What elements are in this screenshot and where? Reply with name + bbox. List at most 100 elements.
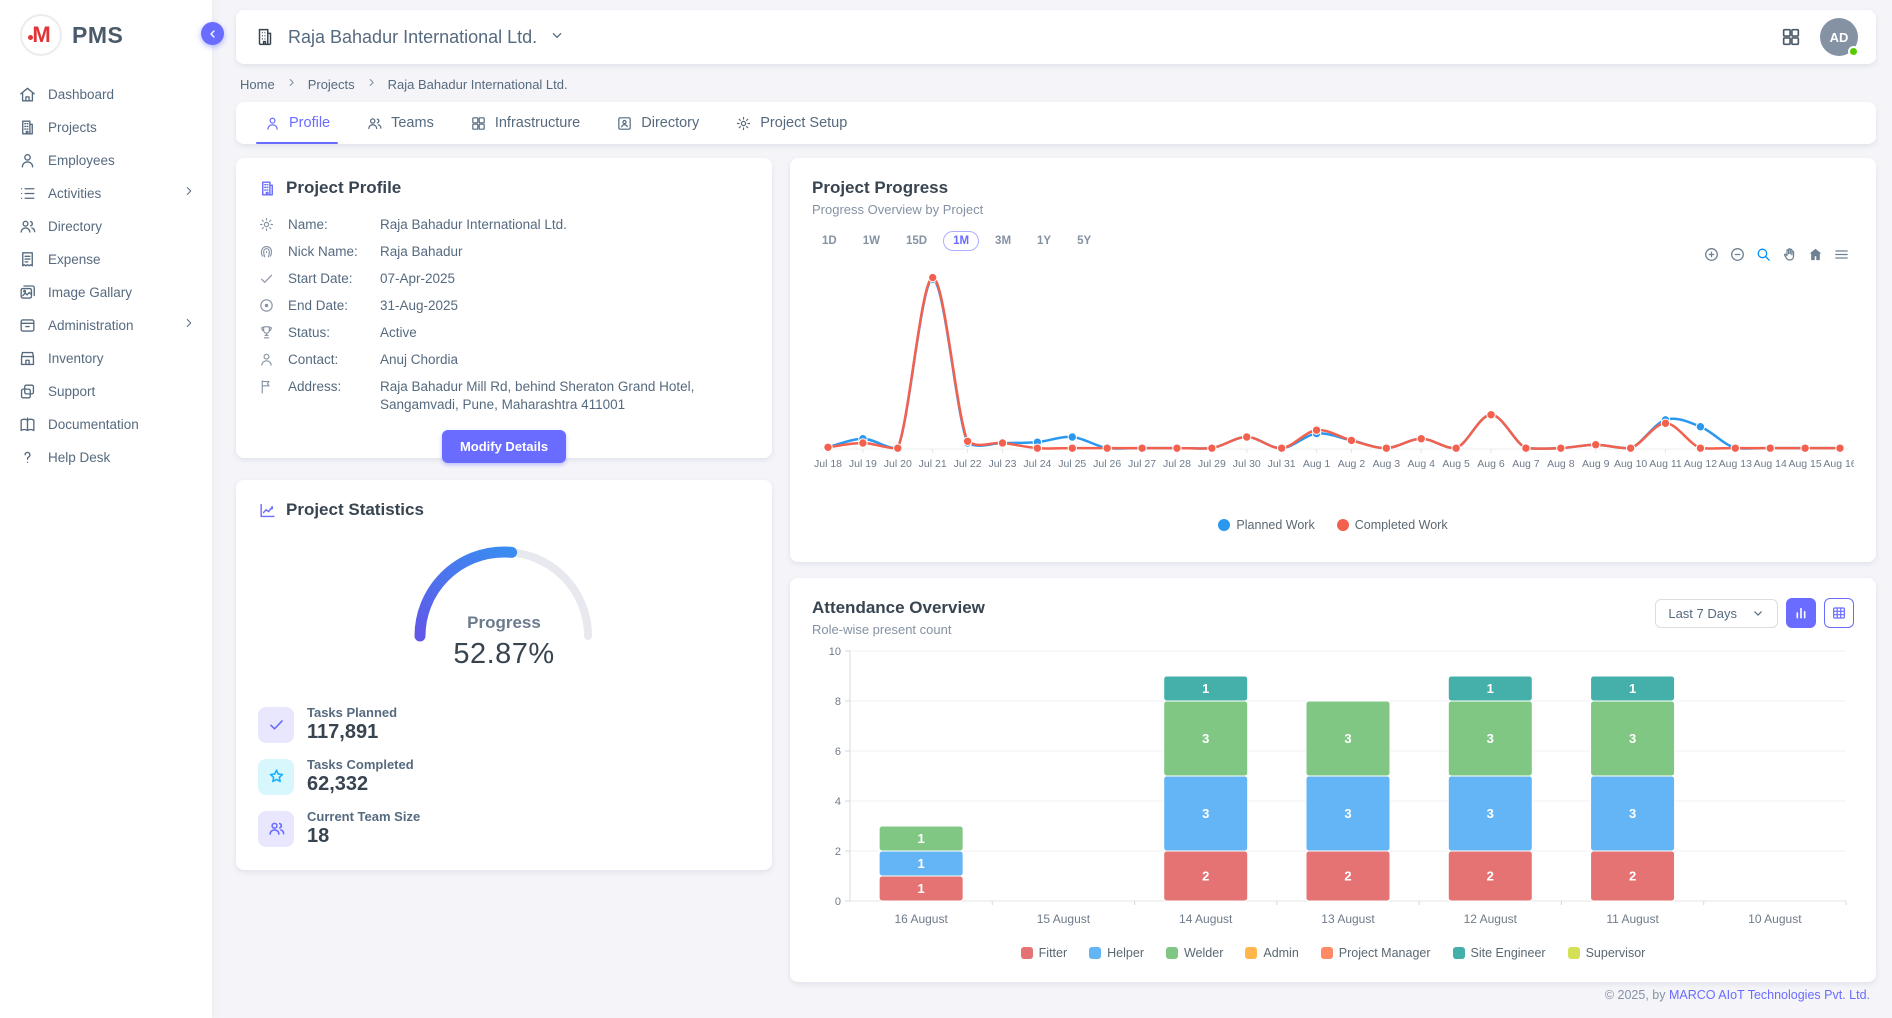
tab-teams[interactable]: Teams	[348, 102, 452, 144]
breadcrumb-projects[interactable]: Projects	[308, 77, 355, 92]
reset-home-icon[interactable]	[1807, 246, 1824, 263]
legend-item-helper[interactable]: Helper	[1089, 946, 1144, 960]
svg-text:Jul 25: Jul 25	[1058, 458, 1086, 470]
menu-icon[interactable]	[1833, 246, 1850, 263]
footer-company-link[interactable]: MARCO AIoT Technologies Pvt. Ltd.	[1669, 988, 1870, 1002]
sidebar-item-image-gallery[interactable]: Image Gallary	[10, 276, 204, 309]
svg-text:1: 1	[918, 881, 925, 896]
footer: © 2025, by MARCO AIoT Technologies Pvt. …	[790, 988, 1876, 1002]
svg-text:3: 3	[1487, 731, 1494, 746]
tab-profile[interactable]: Profile	[246, 102, 348, 144]
legend-item-completed-work[interactable]: Completed Work	[1337, 518, 1448, 532]
receipt-icon	[18, 250, 37, 269]
range-button-1m[interactable]: 1M	[943, 231, 979, 251]
company-selector[interactable]: Raja Bahadur International Ltd.	[254, 26, 565, 48]
legend-item-planned-work[interactable]: Planned Work	[1218, 518, 1314, 532]
people-icon	[18, 217, 37, 236]
gauge-arc: Progress	[392, 526, 616, 644]
tab-directory[interactable]: Directory	[598, 102, 717, 144]
progress-card-title: Project Progress	[812, 178, 1854, 198]
range-button-1w[interactable]: 1W	[853, 231, 890, 251]
building-icon	[18, 118, 37, 137]
range-button-5y[interactable]: 5Y	[1067, 231, 1101, 251]
app-logo[interactable]: M PMS	[0, 0, 212, 72]
sidebar-item-inventory[interactable]: Inventory	[10, 342, 204, 375]
modify-details-button[interactable]: Modify Details	[442, 430, 566, 463]
gear-icon	[258, 216, 288, 234]
sidebar-item-projects[interactable]: Projects	[10, 111, 204, 144]
date-range-select[interactable]: Last 7 Days	[1655, 599, 1778, 628]
tab-project-setup[interactable]: Project Setup	[717, 102, 865, 144]
svg-text:3: 3	[1344, 731, 1351, 746]
chart-line-icon	[258, 501, 277, 520]
target-icon	[258, 297, 288, 315]
check-icon	[258, 707, 294, 743]
project-profile-card: Project Profile Name: Raja Bahadur Inter…	[236, 158, 772, 458]
zoom-out-icon[interactable]	[1729, 246, 1746, 263]
legend-item-fitter[interactable]: Fitter	[1021, 946, 1067, 960]
svg-text:Jul 31: Jul 31	[1268, 458, 1296, 470]
sidebar-item-activities[interactable]: Activities	[10, 177, 204, 210]
svg-text:3: 3	[1202, 806, 1209, 821]
svg-text:Aug 16: Aug 16	[1823, 458, 1854, 470]
svg-text:10: 10	[829, 646, 841, 658]
range-button-15d[interactable]: 15D	[896, 231, 937, 251]
range-button-1y[interactable]: 1Y	[1027, 231, 1061, 251]
range-button-1d[interactable]: 1D	[812, 231, 847, 251]
table-view-button[interactable]	[1824, 598, 1854, 628]
flag-icon	[258, 378, 288, 414]
field-address: Address: Raja Bahadur Mill Rd, behind Sh…	[258, 378, 750, 414]
sidebar-item-support[interactable]: Support	[10, 375, 204, 408]
attendance-card-title: Attendance Overview	[812, 598, 985, 618]
chevron-right-icon	[285, 76, 298, 92]
range-button-3m[interactable]: 3M	[985, 231, 1021, 251]
svg-text:6: 6	[835, 746, 841, 758]
archive-icon	[18, 316, 37, 335]
legend-item-site-engineer[interactable]: Site Engineer	[1453, 946, 1546, 960]
legend-item-welder[interactable]: Welder	[1166, 946, 1223, 960]
sidebar-item-help-desk[interactable]: Help Desk	[10, 441, 204, 474]
legend-item-admin[interactable]: Admin	[1245, 946, 1298, 960]
tab-infrastructure[interactable]: Infrastructure	[452, 102, 598, 144]
building-icon	[254, 26, 276, 48]
zoom-in-icon[interactable]	[1703, 246, 1720, 263]
svg-text:3: 3	[1202, 731, 1209, 746]
legend-item-project-manager[interactable]: Project Manager	[1321, 946, 1431, 960]
svg-text:12 August: 12 August	[1464, 912, 1518, 926]
svg-text:Jul 21: Jul 21	[919, 458, 947, 470]
chevron-down-icon	[549, 27, 565, 48]
book-icon	[18, 415, 37, 434]
sidebar-item-dashboard[interactable]: Dashboard	[10, 78, 204, 111]
svg-text:4: 4	[835, 796, 841, 808]
breadcrumb-home[interactable]: Home	[240, 77, 275, 92]
sidebar-item-administration[interactable]: Administration	[10, 309, 204, 342]
chevron-down-icon	[1751, 606, 1765, 620]
image-icon	[18, 283, 37, 302]
bar-view-button[interactable]	[1786, 598, 1816, 628]
user-avatar[interactable]: AD	[1820, 18, 1858, 56]
legend-item-supervisor[interactable]: Supervisor	[1568, 946, 1646, 960]
apps-grid-button[interactable]	[1780, 26, 1802, 48]
sidebar-collapse-button[interactable]	[201, 22, 224, 45]
sidebar-item-directory[interactable]: Directory	[10, 210, 204, 243]
svg-text:Jul 18: Jul 18	[814, 458, 842, 470]
progress-percentage: 52.87%	[453, 638, 554, 671]
sidebar-item-expense[interactable]: Expense	[10, 243, 204, 276]
svg-text:11 August: 11 August	[1606, 912, 1659, 926]
sidebar-item-documentation[interactable]: Documentation	[10, 408, 204, 441]
svg-text:Aug 9: Aug 9	[1582, 458, 1610, 470]
svg-text:Jul 19: Jul 19	[849, 458, 877, 470]
grid-icon	[470, 115, 487, 132]
pan-icon[interactable]	[1781, 246, 1798, 263]
star-icon	[258, 759, 294, 795]
fingerprint-icon	[258, 243, 288, 261]
people-icon	[366, 115, 383, 132]
svg-text:Aug 11: Aug 11	[1649, 458, 1682, 470]
selection-zoom-icon[interactable]	[1755, 246, 1772, 263]
svg-text:Progress: Progress	[467, 613, 541, 632]
field-contact: Contact: Anuj Chordia	[258, 351, 750, 369]
sidebar-item-employees[interactable]: Employees	[10, 144, 204, 177]
trophy-icon	[258, 324, 288, 342]
chevron-right-icon	[365, 76, 378, 92]
top-bar: Raja Bahadur International Ltd. AD	[236, 10, 1876, 64]
